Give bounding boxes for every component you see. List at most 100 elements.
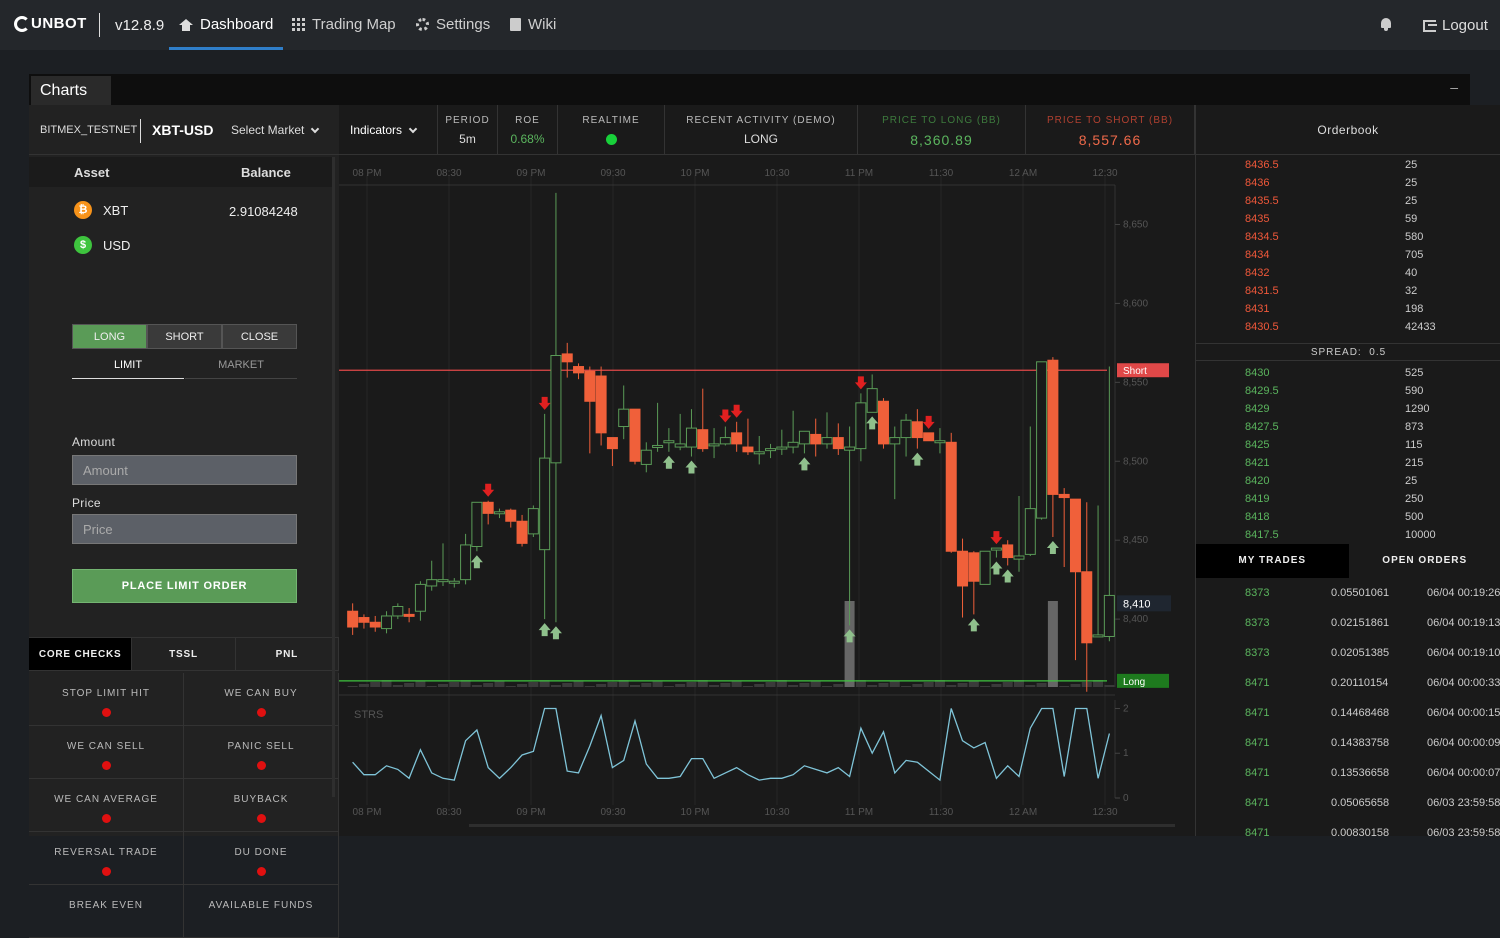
minimize-button[interactable]: – (1450, 79, 1458, 95)
nav-label: Trading Map (312, 16, 396, 33)
orderbook-ask-row[interactable]: 8431198 (1245, 303, 1475, 321)
tab-core-checks[interactable]: CORE CHECKS (29, 638, 132, 670)
orderbook-ask-row[interactable]: 843625 (1245, 177, 1475, 195)
logout-button[interactable]: Logout (1423, 17, 1488, 34)
bid-size: 590 (1405, 385, 1423, 397)
indicators-text: Indicators (350, 123, 402, 137)
bid-price: 8417.5 (1245, 529, 1279, 541)
nav-settings[interactable]: Settings (416, 16, 490, 33)
asset-col-header: Asset (74, 165, 109, 180)
ask-price: 8431 (1245, 303, 1269, 315)
volume-bar (641, 683, 651, 687)
close-button[interactable]: CLOSE (222, 324, 297, 349)
sidebar-scrollbar[interactable] (332, 157, 335, 797)
brand-logo[interactable]: UNBOT (14, 15, 87, 32)
candle-body (709, 444, 719, 446)
osc-tick-label: 0 (1123, 793, 1129, 804)
candle-body (912, 422, 922, 438)
charts-tab[interactable]: Charts (31, 76, 111, 105)
orderbook-ask-row[interactable]: 8431.532 (1245, 285, 1475, 303)
trade-row[interactable]: 84710.1438375806/04 00:00:09 (1245, 737, 1500, 757)
tab-limit[interactable]: LIMIT (72, 359, 184, 379)
price-to-long-label: PRICE TO LONG (BB) (858, 115, 1025, 126)
tab-market[interactable]: MARKET (185, 359, 297, 379)
place-limit-order-button[interactable]: PLACE LIMIT ORDER (72, 569, 297, 603)
orderbook-ask-row[interactable]: 843240 (1245, 267, 1475, 285)
tab-pnl[interactable]: PNL (236, 638, 339, 670)
candle-body (720, 438, 730, 444)
gear-icon (416, 18, 429, 31)
select-market-dropdown[interactable]: Select Market (231, 123, 318, 137)
bid-size: 215 (1405, 457, 1423, 469)
trade-row[interactable]: 84710.1446846806/04 00:00:15 (1245, 707, 1500, 727)
trade-row[interactable]: 83730.0215186106/04 00:19:13 (1245, 617, 1500, 637)
chart-horizontal-scrollbar[interactable] (469, 824, 1175, 827)
candle-body (1059, 494, 1069, 497)
trade-row[interactable]: 84710.0083015806/03 23:59:58 (1245, 827, 1500, 847)
nav-trading-map[interactable]: Trading Map (292, 16, 396, 33)
volume-bar (1070, 684, 1080, 687)
candle-body (427, 580, 437, 586)
trade-row[interactable]: 84710.0506565806/03 23:59:58 (1245, 797, 1500, 817)
y-tick-label: 8,650 (1123, 219, 1148, 230)
candle-body (878, 401, 888, 444)
candle-body (754, 452, 764, 454)
orderbook-ask-row[interactable]: 8434705 (1245, 249, 1475, 267)
trade-row[interactable]: 84710.2011015406/04 00:00:33 (1245, 677, 1500, 697)
trade-amount: 0.14383758 (1331, 737, 1389, 749)
select-market-label: Select Market (231, 123, 304, 137)
y-tick-label: 8,450 (1123, 535, 1148, 546)
trade-amount: 0.05065658 (1331, 797, 1389, 809)
orderbook-ask-row[interactable]: 8430.542433 (1245, 321, 1475, 339)
check-status-dot (102, 708, 111, 717)
bid-size: 250 (1405, 493, 1423, 505)
candle-body (562, 354, 572, 362)
period-label: PERIOD (438, 115, 497, 126)
tab-my-trades[interactable]: MY TRADES (1196, 544, 1349, 578)
candle-body (415, 584, 425, 611)
price-chart[interactable]: 08 PM08 PM08:3008:3009 PM09 PM09:3009:30… (339, 155, 1195, 836)
volume-bar (585, 686, 595, 687)
long-button[interactable]: LONG (72, 324, 147, 349)
candle-body (686, 428, 696, 447)
candle-body (924, 433, 934, 441)
orderbook-bid-row[interactable]: 8421 215 (1245, 457, 1475, 475)
bid-size: 873 (1405, 421, 1423, 433)
orderbook-bid-row[interactable]: 8430525 (1245, 367, 1475, 385)
volume-bar (720, 683, 730, 687)
amount-label: Amount (72, 435, 115, 449)
short-button[interactable]: SHORT (147, 324, 222, 349)
ask-size: 705 (1405, 249, 1423, 261)
amount-input[interactable]: Amount (72, 455, 297, 485)
orderbook-ask-row[interactable]: 8436.525 (1245, 159, 1475, 177)
bell-icon[interactable] (1380, 18, 1392, 31)
trade-row[interactable]: 83730.0550106106/04 00:19:26 (1245, 587, 1500, 607)
x-tick-label-top: 08 PM (353, 168, 382, 179)
tab-tssl[interactable]: TSSL (132, 638, 235, 670)
orderbook-bid-row[interactable]: 8419250 (1245, 493, 1475, 511)
orderbook-bid-row[interactable]: 8418500 (1245, 511, 1475, 529)
trade-row[interactable]: 84710.1353665806/04 00:00:07 (1245, 767, 1500, 787)
orderbook-ask-row[interactable]: 8434.5580 (1245, 231, 1475, 249)
indicators-dropdown[interactable]: Indicators (339, 105, 438, 155)
recent-activity-label: RECENT ACTIVITY (DEMO) (665, 115, 857, 126)
tab-open-orders[interactable]: OPEN ORDERS (1349, 544, 1500, 578)
orderbook-bid-row[interactable]: 8425115 (1245, 439, 1475, 457)
bid-price: 8421 (1245, 457, 1269, 469)
recent-activity-box: RECENT ACTIVITY (DEMO)LONG (665, 105, 858, 155)
check-status-dot (257, 814, 266, 823)
nav-wiki[interactable]: Wiki (510, 16, 556, 33)
volume-bar (822, 686, 832, 687)
nav-divider (99, 13, 100, 37)
nav-dashboard[interactable]: Dashboard (179, 16, 273, 33)
orderbook-ask-row[interactable]: 843559 (1245, 213, 1475, 231)
orderbook-bid-row[interactable]: 84291290 (1245, 403, 1475, 421)
orderbook-bid-row[interactable]: 8429.5590 (1245, 385, 1475, 403)
trade-row[interactable]: 83730.0205138506/04 00:19:10 (1245, 647, 1500, 667)
orderbook-bid-row[interactable]: 8427.5873 (1245, 421, 1475, 439)
price-input[interactable]: Price (72, 514, 297, 544)
orderbook-ask-row[interactable]: 8435.525 (1245, 195, 1475, 213)
orderbook-bid-row[interactable]: 842025 (1245, 475, 1475, 493)
candle-body (574, 367, 584, 373)
check-label: BUYBACK (184, 794, 338, 805)
